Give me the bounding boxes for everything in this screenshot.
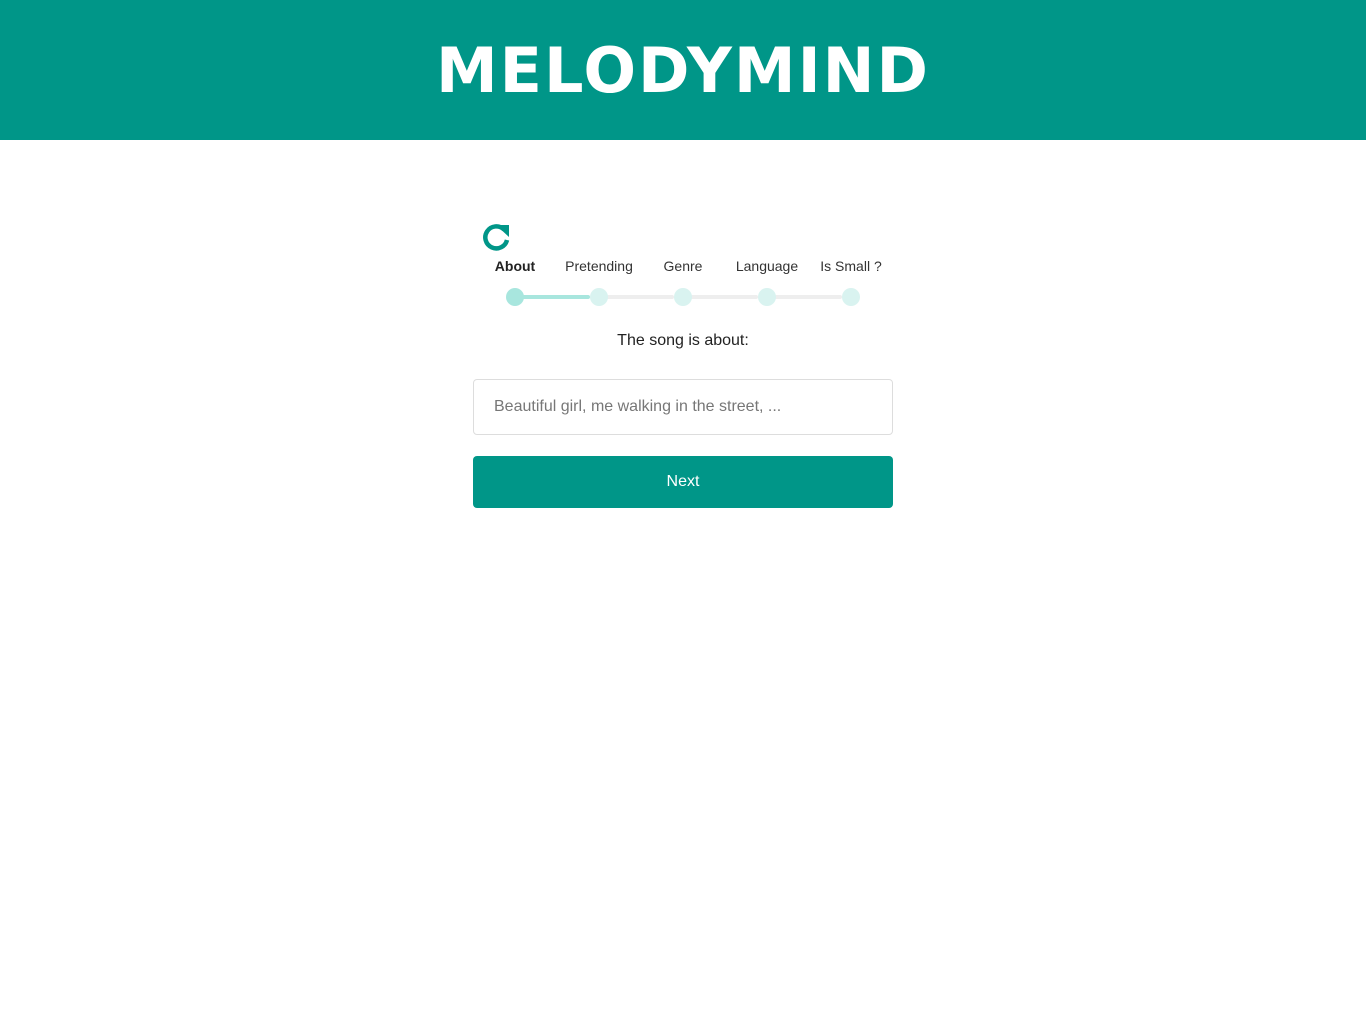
step-is-small[interactable]: Is Small ? bbox=[796, 256, 906, 276]
step-dot-genre[interactable] bbox=[674, 288, 692, 306]
step-dot-about[interactable] bbox=[506, 288, 524, 306]
progress-track-filled bbox=[515, 295, 590, 299]
progress-track bbox=[599, 295, 674, 299]
next-button[interactable]: Next bbox=[473, 456, 893, 508]
progress-track bbox=[683, 295, 758, 299]
app-header: MELODYMIND bbox=[0, 0, 1366, 140]
progress-track bbox=[767, 295, 842, 299]
step-dot-pretending[interactable] bbox=[590, 288, 608, 306]
step-label: Is Small ? bbox=[820, 258, 882, 274]
song-about-input[interactable] bbox=[473, 379, 893, 435]
step-progress: About Pretending Genre Language Is Small… bbox=[473, 256, 893, 306]
refresh-icon[interactable] bbox=[479, 220, 513, 254]
question-label: The song is about: bbox=[617, 332, 749, 349]
app-title: MELODYMIND bbox=[435, 33, 931, 107]
step-dot-language[interactable] bbox=[758, 288, 776, 306]
step-dot-is-small[interactable] bbox=[842, 288, 860, 306]
